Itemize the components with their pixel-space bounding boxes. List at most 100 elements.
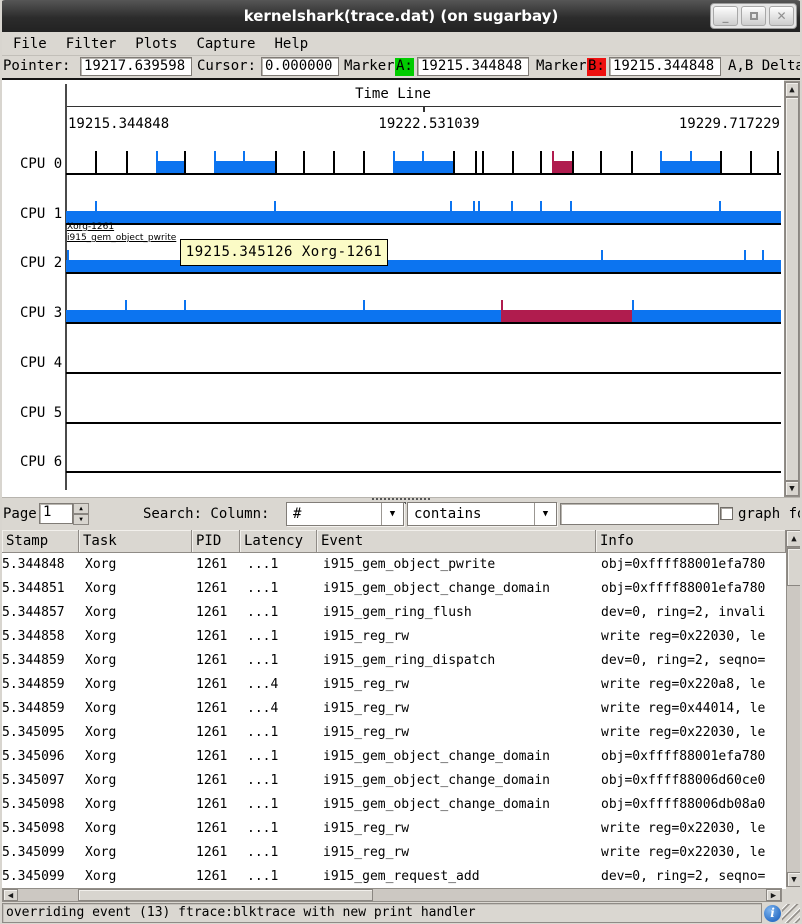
menu-help[interactable]: Help xyxy=(274,32,308,55)
column-header-latency[interactable]: Latency xyxy=(240,530,317,553)
event-tick xyxy=(156,151,158,173)
axis-label-center: 19222.531039 xyxy=(378,116,479,132)
window-title: kernelshark(trace.dat) (on sugarbay) xyxy=(0,0,802,32)
event-tick xyxy=(720,151,722,173)
close-button[interactable]: ✕ xyxy=(769,6,794,26)
table-row[interactable]: 5.344848Xorg1261...1i915_gem_object_pwri… xyxy=(2,553,786,577)
cpu-task-segment[interactable] xyxy=(156,161,184,173)
page-spinbox[interactable]: 1 xyxy=(39,503,73,524)
cpu-row-label: CPU 1 xyxy=(20,206,64,222)
spin-up-button[interactable]: ▲ xyxy=(73,503,89,514)
cell-latency: ...1 xyxy=(240,817,317,841)
marker-a-badge: A: xyxy=(395,58,414,76)
cpu-task-segment[interactable] xyxy=(552,161,572,173)
cpu-task-bar[interactable] xyxy=(66,310,781,322)
graph-vscroll-thumb[interactable] xyxy=(785,97,799,481)
graph-follows-checkbox[interactable] xyxy=(720,507,733,520)
cell-event: i915_reg_rw xyxy=(317,841,596,865)
table-vscroll-thumb[interactable] xyxy=(787,548,801,586)
cell-stamp: 5.344859 xyxy=(2,649,79,673)
title-bar[interactable]: kernelshark(trace.dat) (on sugarbay) _ ✕ xyxy=(0,0,802,32)
table-hscrollbar[interactable]: ◀ ▶ xyxy=(2,888,782,902)
cell-stamp: 5.345099 xyxy=(2,841,79,865)
cell-pid: 1261 xyxy=(192,817,240,841)
table-row[interactable]: 5.345095Xorg1261...1i915_reg_rwwrite reg… xyxy=(2,721,786,745)
cell-latency: ...1 xyxy=(240,649,317,673)
cpu-task-segment[interactable] xyxy=(501,310,632,322)
cell-event: i915_gem_object_pwrite xyxy=(317,553,596,577)
cpu-baseline xyxy=(66,322,781,324)
cpu-baseline xyxy=(66,223,781,225)
graph-panel[interactable]: Time Line 19215.344848 19222.531039 1922… xyxy=(2,80,784,497)
column-header-stamp[interactable]: Stamp xyxy=(2,530,79,553)
cell-latency: ...4 xyxy=(240,697,317,721)
event-table[interactable]: 5.344848Xorg1261...1i915_gem_object_pwri… xyxy=(2,553,786,889)
graph-scroll-up-button[interactable]: ▲ xyxy=(785,82,799,97)
window-controls: _ ✕ xyxy=(710,3,797,29)
cell-pid: 1261 xyxy=(192,865,240,889)
scroll-left-button[interactable]: ◀ xyxy=(3,889,18,901)
cell-pid: 1261 xyxy=(192,601,240,625)
cell-task: Xorg xyxy=(79,553,192,577)
table-scroll-down-button[interactable]: ▼ xyxy=(787,872,801,887)
cell-stamp: 5.344859 xyxy=(2,673,79,697)
event-tick xyxy=(570,201,572,211)
maximize-button[interactable] xyxy=(741,6,766,26)
graph-scroll-down-button[interactable]: ▼ xyxy=(785,481,799,496)
table-row[interactable]: 5.345099Xorg1261...1i915_reg_rwwrite reg… xyxy=(2,841,786,865)
graph-follows-label: graph follows xyxy=(738,506,802,522)
column-header-info[interactable]: Info xyxy=(596,530,786,553)
search-input[interactable] xyxy=(560,503,719,525)
table-row[interactable]: 5.345098Xorg1261...1i915_gem_object_chan… xyxy=(2,793,786,817)
info-icon[interactable]: i xyxy=(764,905,781,922)
table-row[interactable]: 5.345096Xorg1261...1i915_gem_object_chan… xyxy=(2,745,786,769)
match-dropdown[interactable]: contains ▼ xyxy=(407,502,557,526)
spin-down-button[interactable]: ▼ xyxy=(73,514,89,525)
cell-event: i915_reg_rw xyxy=(317,721,596,745)
graph-vscrollbar[interactable]: ▲ ▼ xyxy=(784,81,800,497)
cursor-label: Cursor: xyxy=(197,56,256,77)
resize-grip[interactable] xyxy=(782,904,801,923)
cell-info: write reg=0x22030, le xyxy=(596,841,786,865)
menu-file[interactable]: File xyxy=(13,32,47,55)
table-hscroll-thumb[interactable] xyxy=(78,889,373,901)
event-tick xyxy=(572,151,574,173)
table-row[interactable]: 5.345097Xorg1261...1i915_gem_object_chan… xyxy=(2,769,786,793)
table-row[interactable]: 5.344858Xorg1261...1i915_reg_rwwrite reg… xyxy=(2,625,786,649)
event-tick xyxy=(762,250,764,260)
column-header-task[interactable]: Task xyxy=(79,530,192,553)
cell-task: Xorg xyxy=(79,745,192,769)
table-row[interactable]: 5.345099Xorg1261...1i915_gem_request_add… xyxy=(2,865,786,889)
table-row[interactable]: 5.344851Xorg1261...1i915_gem_object_chan… xyxy=(2,577,786,601)
arrow-right-icon: ▶ xyxy=(767,890,780,902)
table-row[interactable]: 5.344859Xorg1261...4i915_reg_rwwrite reg… xyxy=(2,697,786,721)
cell-stamp: 5.345098 xyxy=(2,793,79,817)
event-tick xyxy=(184,300,186,310)
plot-left-border xyxy=(65,84,67,490)
cell-info: write reg=0x220a8, le xyxy=(596,673,786,697)
event-tick xyxy=(482,151,484,173)
cell-info: write reg=0x22030, le xyxy=(596,721,786,745)
menu-plots[interactable]: Plots xyxy=(135,32,177,55)
event-tick xyxy=(363,300,365,310)
menu-filter[interactable]: Filter xyxy=(66,32,117,55)
column-dropdown[interactable]: # ▼ xyxy=(286,502,404,526)
menu-capture[interactable]: Capture xyxy=(196,32,255,55)
cpu-row-label: CPU 5 xyxy=(20,405,64,421)
cell-latency: ...1 xyxy=(240,865,317,889)
column-header-event[interactable]: Event xyxy=(317,530,596,553)
table-row[interactable]: 5.344857Xorg1261...1i915_gem_ring_flushd… xyxy=(2,601,786,625)
cpu-task-bar[interactable] xyxy=(66,260,781,272)
cell-task: Xorg xyxy=(79,697,192,721)
table-row[interactable]: 5.344859Xorg1261...1i915_gem_ring_dispat… xyxy=(2,649,786,673)
arrow-up-icon: ▲ xyxy=(786,83,798,97)
column-header-pid[interactable]: PID xyxy=(192,530,240,553)
minimize-button[interactable]: _ xyxy=(713,6,738,26)
search-column-label: Search: Column: xyxy=(143,506,269,522)
cpu-task-bar[interactable] xyxy=(66,211,781,223)
cell-stamp: 5.344859 xyxy=(2,697,79,721)
scroll-right-button[interactable]: ▶ xyxy=(766,889,781,901)
event-tick xyxy=(275,151,277,173)
table-row[interactable]: 5.344859Xorg1261...4i915_reg_rwwrite reg… xyxy=(2,673,786,697)
table-row[interactable]: 5.345098Xorg1261...1i915_reg_rwwrite reg… xyxy=(2,817,786,841)
